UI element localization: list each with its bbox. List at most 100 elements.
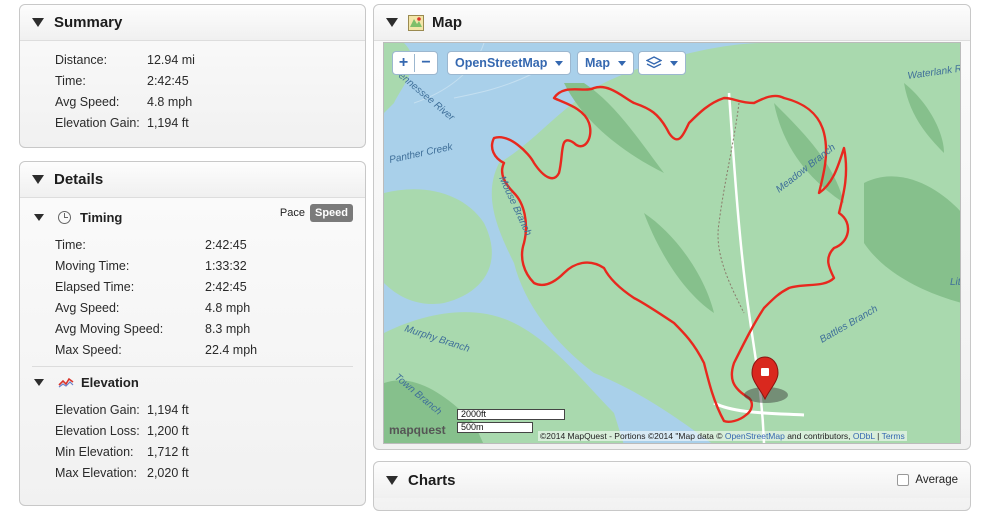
- elevation-title: Elevation: [81, 374, 139, 390]
- collapse-triangle-icon[interactable]: [386, 475, 398, 485]
- zoom-out-button[interactable]: −: [415, 54, 437, 72]
- elevation-value: 1,194 ft: [147, 402, 189, 417]
- map-type-select[interactable]: Map: [577, 51, 634, 75]
- average-label: Average: [915, 474, 958, 486]
- elevation-label: Max Elevation:: [55, 465, 137, 480]
- chevron-down-icon: [670, 60, 678, 66]
- charts-panel: Charts Average: [373, 461, 971, 511]
- timing-value: 4.8 mph: [205, 300, 251, 315]
- attribution-prefix: ©2014 MapQuest - Portions ©2014 "Map dat…: [540, 431, 725, 441]
- collapse-triangle-icon[interactable]: [32, 18, 44, 27]
- map-tiles: Tennessee River Panther Creek Waterlank …: [384, 43, 961, 443]
- summary-value: 1,194 ft: [147, 115, 189, 130]
- summary-label: Elevation Gain:: [55, 115, 140, 130]
- summary-row: Time: 2:42:45: [55, 70, 365, 91]
- summary-panel: Summary Distance: 12.94 mi Time: 2:42:45 A…: [19, 4, 366, 148]
- elevation-value: 1,200 ft: [147, 423, 189, 438]
- timing-row: Max Speed: 22.4 mph: [55, 339, 365, 360]
- summary-value: 4.8 mph: [147, 94, 193, 109]
- pace-option[interactable]: Pace: [275, 204, 310, 222]
- timing-label: Avg Moving Speed:: [55, 321, 164, 336]
- map-type-value: Map: [585, 56, 610, 70]
- elevation-row: Min Elevation: 1,712 ft: [55, 441, 365, 462]
- elevation-row: Max Elevation: 2,020 ft: [55, 462, 365, 483]
- scale-m-label: 500m: [461, 422, 484, 432]
- layers-icon: [646, 56, 662, 69]
- average-toggle[interactable]: Average: [897, 474, 958, 486]
- layers-button[interactable]: [638, 51, 686, 75]
- map-canvas[interactable]: Tennessee River Panther Creek Waterlank …: [383, 42, 961, 444]
- collapse-triangle-icon[interactable]: [32, 175, 44, 184]
- collapse-triangle-icon[interactable]: [386, 18, 398, 27]
- timing-value: 2:42:45: [205, 237, 247, 252]
- scale-bar-m: 500m: [457, 422, 533, 433]
- summary-row: Elevation Gain: 1,194 ft: [55, 112, 365, 133]
- timing-value: 8.3 mph: [205, 321, 251, 336]
- terms-link[interactable]: Terms: [882, 431, 905, 441]
- map-provider-value: OpenStreetMap: [455, 56, 548, 70]
- attribution-sep: |: [874, 431, 882, 441]
- zoom-controls: + −: [392, 51, 438, 75]
- mapquest-logo: mapquest: [389, 423, 446, 437]
- details-header[interactable]: Details: [20, 162, 365, 198]
- zoom-in-button[interactable]: +: [393, 54, 415, 72]
- summary-row: Distance: 12.94 mi: [55, 49, 365, 70]
- pace-speed-toggle[interactable]: Pace Speed: [275, 204, 353, 222]
- elevation-rows: Elevation Gain: 1,194 ft Elevation Loss: 1…: [20, 395, 365, 483]
- timing-value: 1:33:32: [205, 258, 247, 273]
- summary-label: Avg Speed:: [55, 94, 120, 109]
- timing-value: 22.4 mph: [205, 342, 258, 357]
- summary-header[interactable]: Summary: [20, 5, 365, 41]
- elevation-label: Min Elevation:: [55, 444, 134, 459]
- summary-rows: Distance: 12.94 mi Time: 2:42:45 Avg Speed…: [20, 41, 365, 133]
- timing-value: 2:42:45: [205, 279, 247, 294]
- elevation-header[interactable]: Elevation: [20, 369, 365, 395]
- chevron-down-icon: [555, 60, 564, 66]
- collapse-triangle-icon[interactable]: [34, 213, 44, 221]
- timing-rows: Time: 2:42:45 Moving Time: 1:33:32 Elapsed…: [20, 230, 365, 360]
- clock-icon: [58, 210, 71, 224]
- charts-header[interactable]: Charts Average: [374, 462, 970, 498]
- average-checkbox[interactable]: [897, 474, 910, 486]
- summary-label: Distance:: [55, 52, 108, 67]
- details-panel: Details Timing Pace Speed Time: 2:42:45 M…: [19, 161, 366, 506]
- timing-label: Moving Time:: [55, 258, 130, 273]
- scale-bar-ft: 2000ft: [457, 409, 565, 420]
- map-header[interactable]: Map: [374, 5, 970, 41]
- elevation-label: Elevation Gain:: [55, 402, 140, 417]
- chevron-down-icon: [618, 60, 626, 66]
- osm-link[interactable]: OpenStreetMap: [725, 431, 785, 441]
- attribution: ©2014 MapQuest - Portions ©2014 "Map dat…: [538, 431, 907, 441]
- map-provider-select[interactable]: OpenStreetMap: [447, 51, 572, 75]
- timing-row: Avg Moving Speed: 8.3 mph: [55, 318, 365, 339]
- summary-value: 2:42:45: [147, 73, 189, 88]
- elevation-value: 1,712 ft: [147, 444, 189, 459]
- timing-row: Time: 2:42:45: [55, 234, 365, 255]
- map-title: Map: [432, 14, 462, 31]
- timing-row: Moving Time: 1:33:32: [55, 255, 365, 276]
- elevation-label: Elevation Loss:: [55, 423, 140, 438]
- attribution-mid: and contributors,: [784, 431, 853, 441]
- odbl-link[interactable]: ODbL: [853, 431, 875, 441]
- lit-label: Lit: [950, 277, 961, 288]
- summary-row: Avg Speed: 4.8 mph: [55, 91, 365, 112]
- timing-title: Timing: [80, 209, 123, 225]
- scale-ft-label: 2000ft: [461, 409, 487, 419]
- summary-title: Summary: [54, 14, 123, 31]
- elevation-row: Elevation Loss: 1,200 ft: [55, 420, 365, 441]
- timing-section: Timing Pace Speed Time: 2:42:45 Moving Ti…: [20, 198, 365, 367]
- speed-option[interactable]: Speed: [309, 204, 353, 222]
- details-title: Details: [54, 171, 104, 188]
- divider: [32, 366, 353, 367]
- timing-label: Avg Speed:: [55, 300, 120, 315]
- elevation-section: Elevation Elevation Gain: 1,194 ft Elevat…: [20, 367, 365, 483]
- timing-label: Time:: [55, 237, 86, 252]
- collapse-triangle-icon[interactable]: [34, 378, 44, 386]
- summary-label: Time:: [55, 73, 86, 88]
- elevation-value: 2,020 ft: [147, 465, 189, 480]
- charts-title: Charts: [408, 471, 456, 489]
- elevation-chart-icon: [58, 377, 74, 388]
- timing-row: Elapsed Time: 2:42:45: [55, 276, 365, 297]
- timing-label: Elapsed Time:: [55, 279, 135, 294]
- timing-row: Avg Speed: 4.8 mph: [55, 297, 365, 318]
